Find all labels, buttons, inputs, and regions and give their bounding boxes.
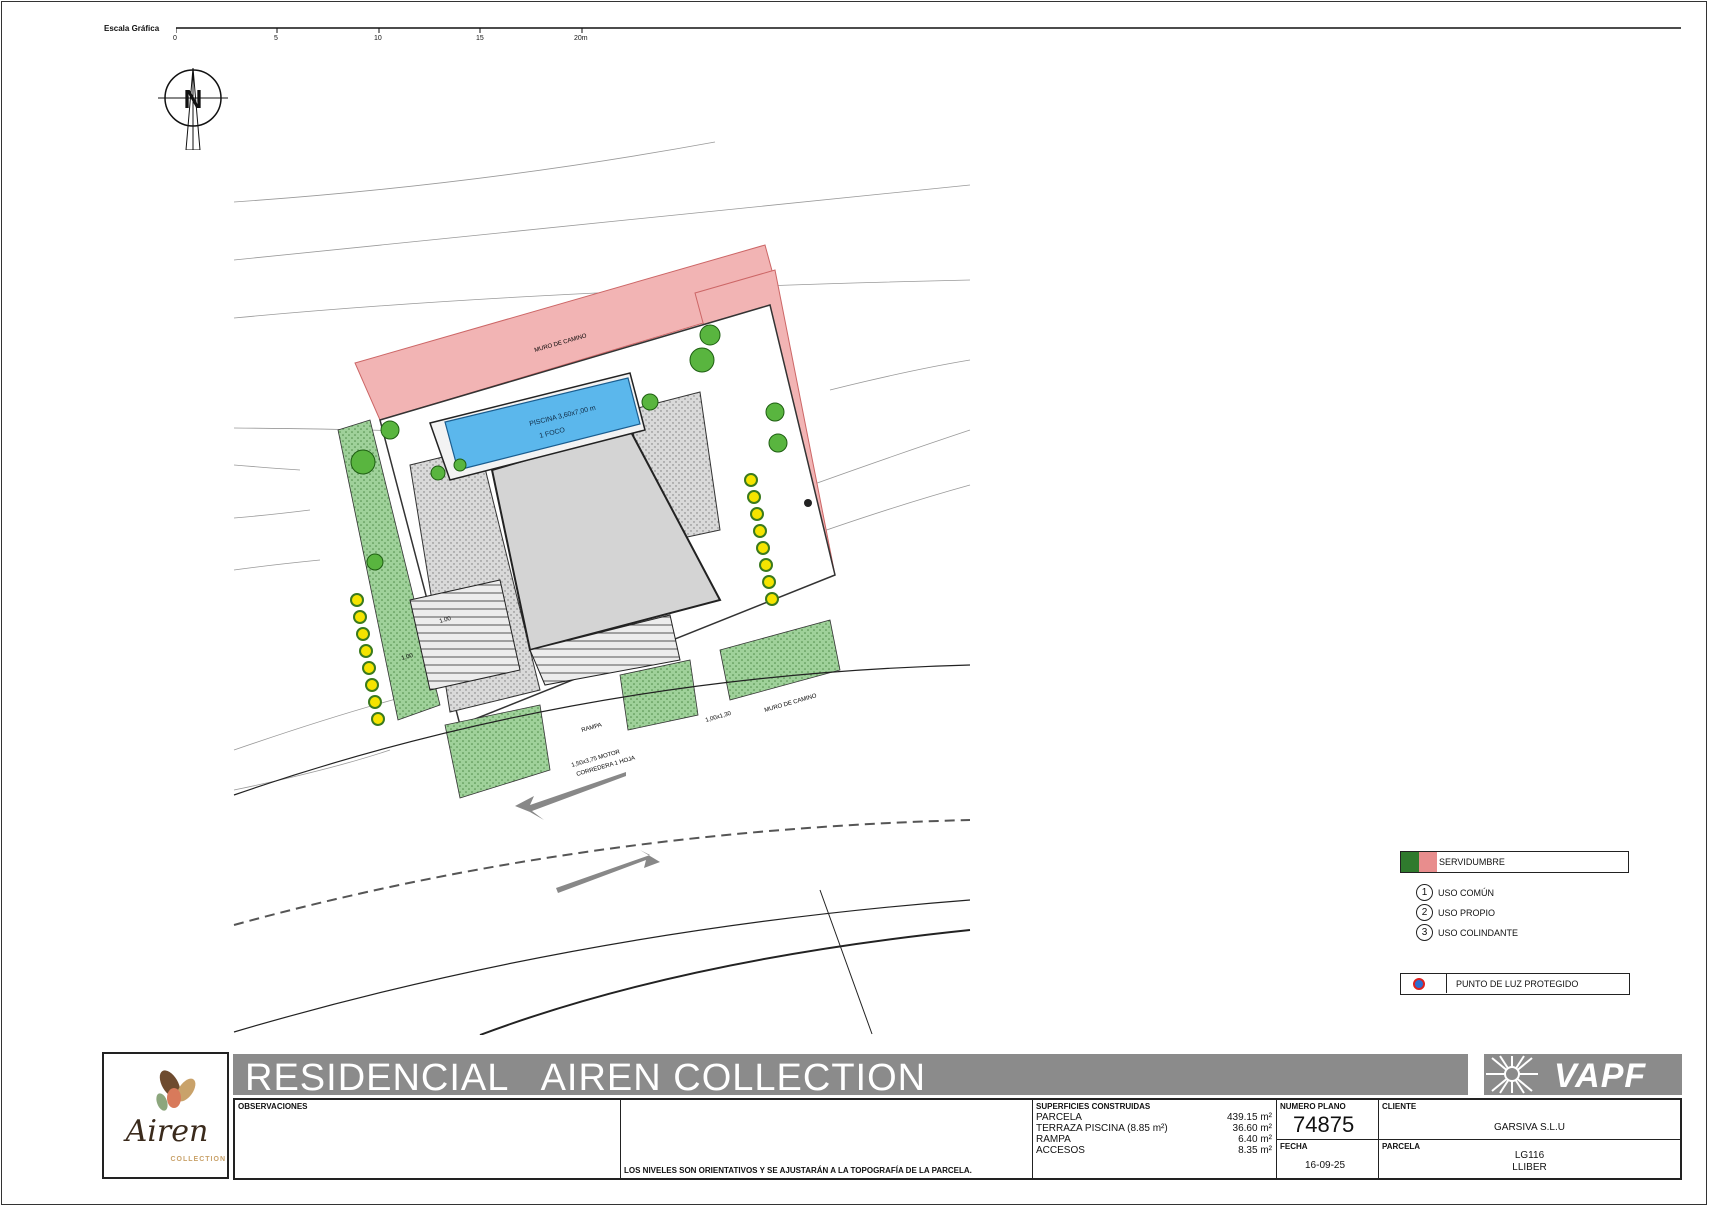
fecha-value: 16-09-25: [1305, 1160, 1346, 1171]
sunburst-icon: [1486, 1055, 1538, 1094]
project-title: RESIDENCIAL AIREN COLLECTION: [245, 1057, 927, 1099]
surface-row: ACCESOS 8.35 m²: [1036, 1145, 1272, 1156]
surface-value: 439.15 m²: [1226, 1112, 1272, 1123]
light-point-icon: [1413, 978, 1425, 990]
legend-luz-label: PUNTO DE LUZ PROTEGIDO: [1456, 979, 1579, 989]
legend-punto-luz: PUNTO DE LUZ PROTEGIDO: [1400, 973, 1630, 995]
brand-name: VAPF: [1554, 1057, 1647, 1095]
use-label: USO PROPIO: [1438, 907, 1496, 918]
scale-tick-20: 20m: [574, 35, 588, 42]
scale-tick-10: 10: [374, 35, 382, 42]
levels-note: LOS NIVELES SON ORIENTATIVOS Y SE AJUSTA…: [624, 1166, 972, 1175]
legend-use-item: 2 USO PROPIO: [1416, 904, 1495, 921]
surface-name: PARCELA: [1036, 1112, 1082, 1123]
legend-servidumbre-label: SERVIDUMBRE: [1439, 857, 1505, 867]
numero-plano-label: NUMERO PLANO: [1280, 1102, 1346, 1111]
surface-name: RAMPA: [1036, 1134, 1071, 1145]
surface-name: ACCESOS: [1036, 1145, 1085, 1156]
wall-bottom-label: MURO DE CAMINO: [764, 693, 818, 714]
airen-logo: Airen COLLECTION: [102, 1052, 229, 1179]
site-plan: PISCINA 3,60x7,00 m 1 FOCO MURO DE CAMIN…: [233, 141, 971, 1035]
logo-sub-text: COLLECTION: [170, 1156, 226, 1163]
surface-row: TERRAZA PISCINA (8.85 m²) 36.60 m²: [1036, 1123, 1272, 1134]
superficies-cell: SUPERFICIES CONSTRUIDAS PARCELA 439.15 m²…: [1033, 1100, 1277, 1178]
scale-tick-5: 5: [274, 35, 278, 42]
superficies-label: SUPERFICIES CONSTRUIDAS: [1036, 1102, 1151, 1111]
use-label: USO COLINDANTE: [1438, 927, 1519, 938]
scale-tick-0: 0: [173, 35, 177, 42]
use-number: 1: [1416, 884, 1433, 901]
north-arrow-icon: N: [158, 68, 228, 150]
vapf-brand: VAPF: [1484, 1054, 1682, 1095]
legend-use-item: 3 USO COLINDANTE: [1416, 924, 1518, 941]
cliente-label: CLIENTE: [1382, 1102, 1417, 1111]
use-number: 3: [1416, 924, 1433, 941]
surface-name: TERRAZA PISCINA (8.85 m²): [1036, 1123, 1168, 1134]
traffic-arrows: [515, 772, 660, 893]
observaciones-cell: OBSERVACIONES: [235, 1100, 621, 1178]
legend-use-item: 1 USO COMÚN: [1416, 884, 1494, 901]
surface-value: 8.35 m²: [1238, 1145, 1272, 1156]
title-block-table: OBSERVACIONES LOS NIVELES SON ORIENTATIV…: [233, 1098, 1682, 1180]
surface-value: 6.40 m²: [1238, 1134, 1272, 1145]
ramp-label: RAMPA: [581, 722, 603, 734]
north-letter: N: [184, 84, 203, 114]
scale-tick-15: 15: [476, 35, 484, 42]
project-banner: RESIDENCIAL AIREN COLLECTION: [233, 1054, 1468, 1099]
parcela-location: LLIBER: [1512, 1162, 1547, 1173]
parcela-code: LG116: [1514, 1150, 1545, 1161]
plano-fecha-cell: NUMERO PLANO 74875 FECHA 16-09-25: [1277, 1100, 1379, 1178]
observaciones-label: OBSERVACIONES: [238, 1102, 308, 1111]
use-label: USO COMÚN: [1438, 887, 1494, 898]
gate-person-label: 1,00x1,30: [705, 711, 733, 724]
cliente-value: GARSIVA S.L.U: [1494, 1122, 1565, 1133]
legend-servidumbre: SERVIDUMBRE: [1400, 851, 1629, 873]
scale-title: Escala Gráfica: [104, 24, 160, 33]
legend-divider: [1446, 974, 1447, 993]
use-number: 2: [1416, 904, 1433, 921]
fecha-label: FECHA: [1280, 1142, 1308, 1151]
surface-row: RAMPA 6.40 m²: [1036, 1134, 1272, 1145]
logo-main-text: Airen: [125, 1114, 209, 1149]
legend-green-swatch: [1401, 852, 1419, 872]
cliente-parcela-cell: CLIENTE GARSIVA S.L.U PARCELA LG116 LLIB…: [1379, 1100, 1680, 1178]
road: [233, 664, 971, 1035]
numero-plano: 74875: [1293, 1112, 1355, 1137]
scale-bar: [176, 27, 1681, 33]
note-cell: LOS NIVELES SON ORIENTATIVOS Y SE AJUSTA…: [621, 1100, 1033, 1178]
surface-value: 36.60 m²: [1232, 1123, 1272, 1134]
legend-pink-swatch: [1419, 852, 1437, 872]
surface-row: PARCELA 439.15 m²: [1036, 1112, 1272, 1123]
